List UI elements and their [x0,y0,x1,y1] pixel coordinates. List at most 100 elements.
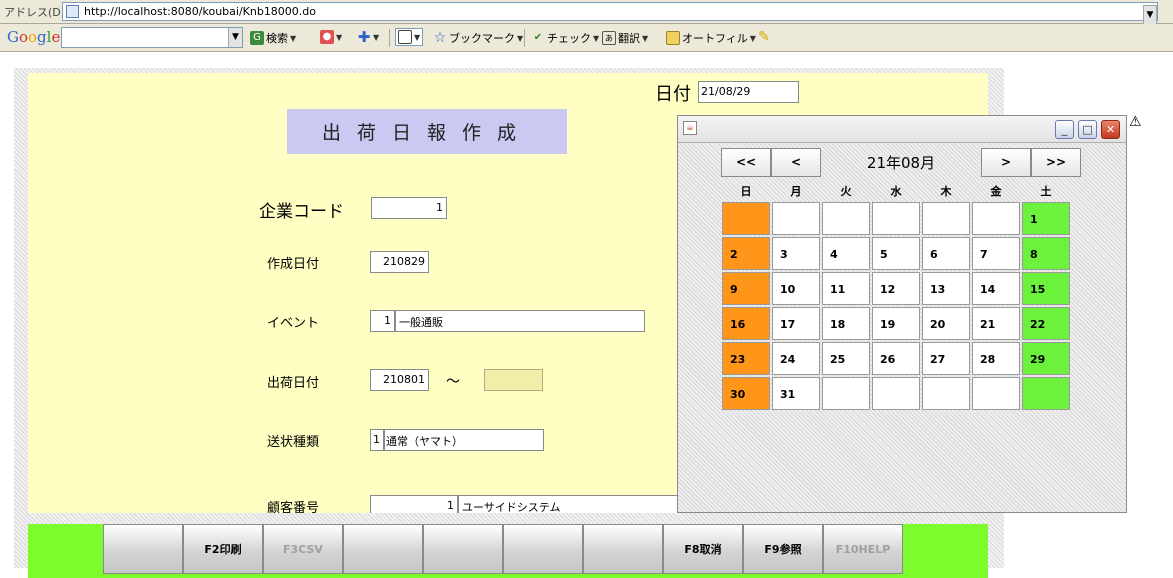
google-search-button[interactable]: G 検索 ▼ [250,30,296,46]
chevron-down-icon: ▼ [517,33,524,43]
calendar-day[interactable]: 17 [772,307,820,340]
fkey-f6-button[interactable] [503,524,583,574]
weekday-mon: 月 [790,185,802,198]
calendar-day[interactable]: 15 [1022,272,1070,305]
layout-button[interactable]: ▼ [395,28,424,46]
reference-button[interactable]: F9参照 [743,524,823,574]
calendar-day[interactable]: 24 [772,342,820,375]
customer-no-name-field[interactable]: ユーサイドシステム [458,495,688,513]
google-search-input[interactable]: ▼ [61,27,243,48]
calendar-day-empty [1022,377,1070,410]
highlighter-button[interactable]: ✎ [757,30,771,44]
calendar-day[interactable]: 9 [722,272,770,305]
created-date-field[interactable]: 210829 [370,251,429,273]
customer-row-clip: 顧客番号 1 ユーサイドシステム [28,490,688,513]
address-input[interactable]: http://localhost:8080/koubai/Knb18000.do… [62,2,1158,25]
customer-no-label: 顧客番号 [267,501,320,513]
calendar-day[interactable]: 4 [822,237,870,270]
calendar-day[interactable]: 10 [772,272,820,305]
ship-date-to-field[interactable] [484,369,543,391]
calendar-day[interactable]: 8 [1022,237,1070,270]
calendar-day[interactable]: 13 [922,272,970,305]
event-code-field[interactable]: 1 [370,310,395,332]
next-year-button[interactable]: >> [1031,148,1081,177]
range-tilde: ～ [446,374,460,390]
calendar-day-empty [722,202,770,235]
calendar-day[interactable]: 26 [872,342,920,375]
help-button[interactable]: F10HELP [823,524,903,574]
calendar-day[interactable]: 28 [972,342,1020,375]
calendar-day[interactable]: 2 [722,237,770,270]
ship-date-from-field[interactable]: 210801 [370,369,429,391]
autofill-label: オートフィル [682,32,748,45]
print-button[interactable]: F2印刷 [183,524,263,574]
address-bar: アドレス(D) http://localhost:8080/koubai/Knb… [0,0,1173,25]
calendar-month-label: 21年08月 [866,154,936,172]
calendar-day-empty [922,202,970,235]
event-name-field[interactable]: 一般通販 [395,310,645,332]
chevron-down-icon: ▼ [414,32,421,42]
calendar-day[interactable]: 31 [772,377,820,410]
fkey-f5-button[interactable] [423,524,503,574]
calendar-day[interactable]: 19 [872,307,920,340]
calendar-day[interactable]: 12 [872,272,920,305]
calendar-titlebar[interactable]: ☕ _ □ ✕ [678,116,1126,143]
calendar-day-empty [772,202,820,235]
java-icon: ☕ [683,121,697,135]
toolbar-divider [524,29,525,47]
calendar-day[interactable]: 25 [822,342,870,375]
weekday-thu: 木 [940,185,952,198]
invoice-type-code-field[interactable]: 1 [370,429,384,451]
popup-blocker-button[interactable]: ● ▼ [320,30,342,44]
close-button[interactable]: ✕ [1101,120,1120,139]
prev-year-button[interactable]: << [721,148,771,177]
calendar-day[interactable]: 14 [972,272,1020,305]
customer-no-code-field[interactable]: 1 [370,495,458,513]
fkey-f7-button[interactable] [583,524,663,574]
calendar-day[interactable]: 21 [972,307,1020,340]
page-icon [66,5,79,18]
translate-button[interactable]: あ 翻訳 ▼ [602,30,648,46]
csv-button[interactable]: F3CSV [263,524,343,574]
cancel-button[interactable]: F8取消 [663,524,743,574]
calendar-day[interactable]: 23 [722,342,770,375]
prev-month-button[interactable]: < [771,148,821,177]
next-month-button[interactable]: > [981,148,1031,177]
calendar-day[interactable]: 20 [922,307,970,340]
bookmark-button[interactable]: ☆ ブックマーク ▼ [433,30,523,46]
calendar-day[interactable]: 3 [772,237,820,270]
address-dropdown-icon[interactable]: ▼ [1143,5,1157,25]
date-field[interactable]: 21/08/29 [698,81,799,103]
company-code-field[interactable]: 1 [371,197,447,219]
invoice-type-name-field[interactable]: 通常（ヤマト） [384,429,544,451]
calendar-day[interactable]: 11 [822,272,870,305]
search-dropdown-icon[interactable]: ▼ [228,28,242,47]
invoice-type-label: 送状種類 [267,435,320,450]
address-label: アドレス(D) [4,6,66,19]
calendar-day[interactable]: 6 [922,237,970,270]
add-button[interactable]: ✚ ▼ [357,28,379,46]
calendar-day-empty [822,202,870,235]
popup-icon: ● [320,30,334,44]
calendar-day[interactable]: 16 [722,307,770,340]
chevron-down-icon: ▼ [336,32,343,42]
calendar-day[interactable]: 18 [822,307,870,340]
fkey-f4-button[interactable] [343,524,423,574]
weekday-wed: 水 [890,185,902,198]
calendar-day[interactable]: 22 [1022,307,1070,340]
calendar-day[interactable]: 30 [722,377,770,410]
maximize-button[interactable]: □ [1078,120,1097,139]
search-icon: G [250,31,264,45]
calendar-day[interactable]: 29 [1022,342,1070,375]
spellcheck-button[interactable]: ✔ チェック ▼ [531,30,599,46]
fkey-f1-button[interactable] [103,524,183,574]
calendar-day[interactable]: 5 [872,237,920,270]
plus-icon: ✚ [357,28,371,46]
chevron-down-icon: ▼ [749,33,756,43]
calendar-day[interactable]: 7 [972,237,1020,270]
calendar-day[interactable]: 1 [1022,202,1070,235]
autofill-button[interactable]: オートフィル ▼ [666,30,756,46]
bookmark-label: ブックマーク [449,32,515,45]
minimize-button[interactable]: _ [1055,120,1074,139]
calendar-day[interactable]: 27 [922,342,970,375]
